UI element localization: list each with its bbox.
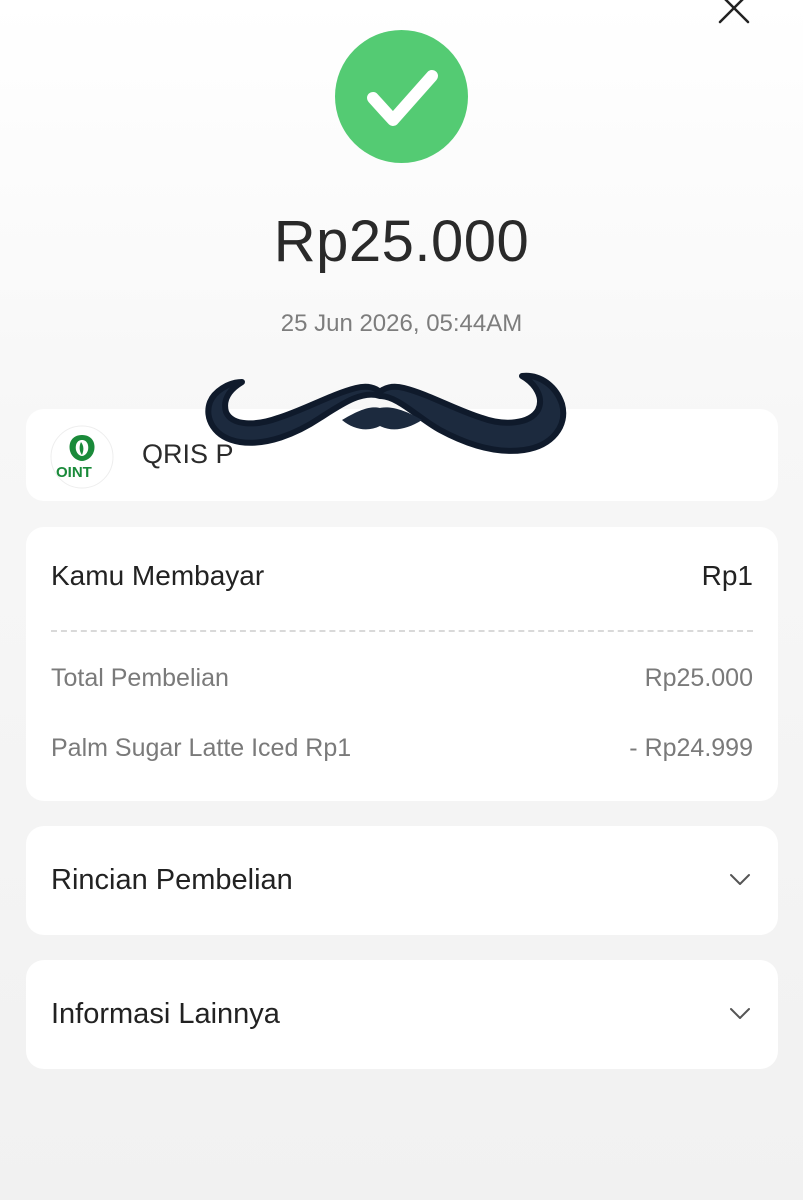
promo-discount-row: Palm Sugar Latte Iced Rp1 - Rp24.999 bbox=[51, 734, 753, 763]
merchant-logo: OINT bbox=[50, 425, 114, 489]
close-button[interactable] bbox=[712, 0, 756, 32]
mustache-sticker bbox=[192, 360, 576, 488]
close-icon bbox=[718, 0, 750, 24]
transaction-amount: Rp25.000 bbox=[273, 209, 530, 274]
dashed-divider bbox=[51, 630, 753, 632]
promo-discount-value: - Rp24.999 bbox=[629, 734, 753, 762]
chevron-down-icon bbox=[730, 1008, 750, 1019]
transaction-datetime: 25 Jun 2026, 05:44AM bbox=[280, 310, 523, 337]
promo-discount-label: Palm Sugar Latte Iced Rp1 bbox=[51, 734, 352, 762]
you-pay-row: Kamu Membayar Rp1 bbox=[51, 560, 753, 592]
you-pay-label: Kamu Membayar bbox=[51, 560, 265, 591]
check-icon bbox=[367, 70, 438, 126]
you-pay-value: Rp1 bbox=[701, 560, 753, 591]
svg-text:OINT: OINT bbox=[56, 464, 92, 481]
total-purchase-value: Rp25.000 bbox=[644, 664, 753, 692]
success-status-icon bbox=[335, 30, 468, 163]
total-purchase-row: Total Pembelian Rp25.000 bbox=[51, 664, 753, 693]
payment-summary-card: Kamu Membayar Rp1 Total Pembelian Rp25.0… bbox=[26, 527, 778, 801]
other-info-accordion[interactable]: Informasi Lainnya bbox=[26, 960, 778, 1069]
chevron-down-icon bbox=[730, 874, 750, 885]
purchase-details-accordion[interactable]: Rincian Pembelian bbox=[26, 826, 778, 935]
other-info-label: Informasi Lainnya bbox=[51, 998, 280, 1030]
total-purchase-label: Total Pembelian bbox=[51, 664, 229, 692]
purchase-details-label: Rincian Pembelian bbox=[51, 864, 293, 896]
